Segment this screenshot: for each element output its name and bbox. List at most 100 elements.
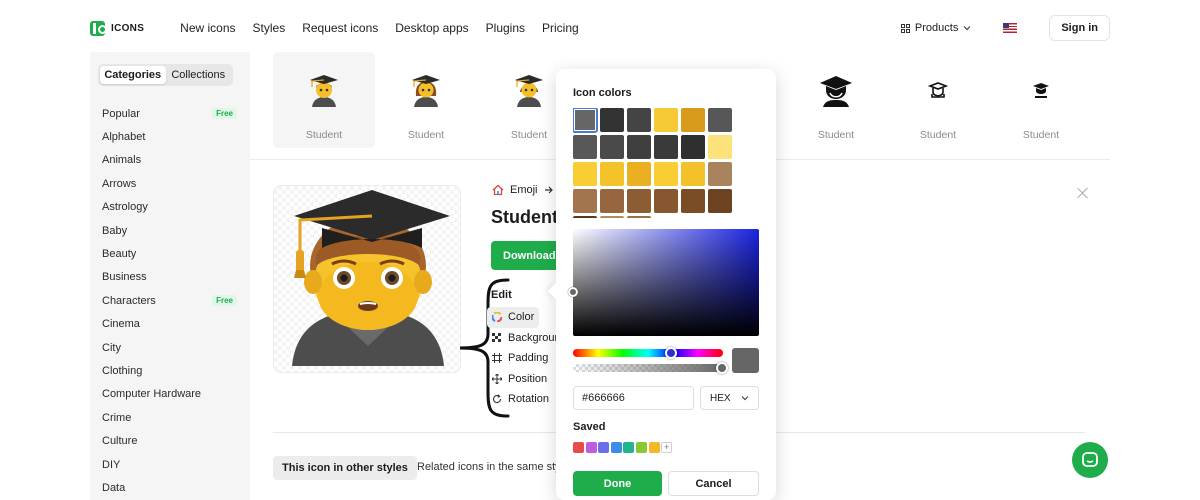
style-option[interactable]: Student bbox=[375, 52, 477, 148]
close-icon[interactable] bbox=[1076, 186, 1090, 200]
nav-link-desktop-apps[interactable]: Desktop apps bbox=[395, 21, 468, 35]
color-swatch[interactable] bbox=[681, 135, 705, 159]
color-swatch[interactable] bbox=[573, 189, 597, 213]
add-color-icon[interactable]: + bbox=[661, 442, 673, 453]
sidebar-item[interactable]: Baby bbox=[102, 219, 237, 242]
color-swatch[interactable] bbox=[573, 135, 597, 159]
tab-categories[interactable]: Categories bbox=[100, 66, 166, 84]
saved-color-swatch[interactable] bbox=[635, 442, 647, 453]
arrow-right-icon bbox=[544, 186, 553, 194]
sign-in-button[interactable]: Sign in bbox=[1049, 15, 1110, 41]
color-swatch[interactable] bbox=[654, 189, 678, 213]
sidebar-item[interactable]: Cinema bbox=[102, 313, 237, 336]
tab-related-icons[interactable]: Related icons in the same style bbox=[417, 461, 557, 473]
nav-link-request-icons[interactable]: Request icons bbox=[302, 21, 378, 35]
color-swatch[interactable] bbox=[627, 135, 651, 159]
edit-position[interactable]: Position bbox=[487, 369, 557, 390]
sidebar-item[interactable]: Computer Hardware bbox=[102, 383, 237, 406]
hue-handle[interactable] bbox=[665, 347, 677, 359]
alpha-slider[interactable] bbox=[573, 362, 728, 374]
saved-color-swatch[interactable] bbox=[648, 442, 660, 453]
style-option[interactable]: Student bbox=[273, 52, 375, 148]
color-swatch[interactable] bbox=[627, 189, 651, 213]
sidebar-item[interactable]: Culture bbox=[102, 429, 237, 452]
format-select[interactable]: HEX bbox=[700, 386, 759, 410]
sidebar-item-label: Business bbox=[102, 271, 147, 284]
color-swatch[interactable] bbox=[654, 216, 678, 218]
chat-button[interactable] bbox=[1072, 442, 1108, 478]
student-icon bbox=[409, 74, 443, 108]
color-swatch[interactable] bbox=[627, 216, 651, 218]
brand-logo[interactable]: ICONS bbox=[90, 20, 144, 36]
sidebar-item[interactable]: Astrology bbox=[102, 196, 237, 219]
sidebar-item[interactable]: Alphabet bbox=[102, 125, 237, 148]
color-swatch[interactable] bbox=[573, 216, 597, 218]
color-swatch[interactable] bbox=[654, 108, 678, 132]
sidebar-item[interactable]: Characters Free bbox=[102, 289, 237, 312]
color-swatch[interactable] bbox=[573, 108, 598, 133]
saved-color-swatch[interactable] bbox=[598, 442, 610, 453]
download-button[interactable]: Download bbox=[491, 241, 561, 270]
sidebar-item[interactable]: City bbox=[102, 336, 237, 359]
color-swatch[interactable] bbox=[708, 108, 732, 132]
sidebar-item[interactable]: Business bbox=[102, 266, 237, 289]
saved-color-swatch[interactable] bbox=[585, 442, 597, 453]
color-swatch[interactable] bbox=[654, 162, 678, 186]
color-swatch[interactable] bbox=[681, 216, 705, 218]
sidebar-item[interactable]: Arrows bbox=[102, 172, 237, 195]
style-option[interactable]: Student bbox=[887, 52, 989, 148]
style-option[interactable]: Student bbox=[785, 52, 887, 148]
sidebar-item[interactable]: Data bbox=[102, 476, 237, 499]
tab-other-styles[interactable]: This icon in other styles bbox=[273, 456, 417, 480]
color-swatch[interactable] bbox=[627, 162, 651, 186]
edit-rotation[interactable]: Rotation bbox=[487, 389, 557, 410]
style-option[interactable]: Student bbox=[990, 52, 1092, 148]
breadcrumb-emoji[interactable]: Emoji bbox=[510, 184, 538, 196]
color-swatch[interactable] bbox=[600, 189, 624, 213]
sidebar-item-label: Baby bbox=[102, 224, 128, 237]
tab-collections[interactable]: Collections bbox=[166, 66, 232, 84]
us-flag-icon[interactable] bbox=[1003, 23, 1018, 33]
color-swatch[interactable] bbox=[681, 108, 705, 132]
nav-link-new-icons[interactable]: New icons bbox=[180, 21, 235, 35]
color-swatch[interactable] bbox=[708, 162, 732, 186]
edit-color[interactable]: Color bbox=[487, 307, 539, 328]
color-swatch[interactable] bbox=[681, 162, 705, 186]
sidebar-item[interactable]: Crime bbox=[102, 406, 237, 429]
color-swatch[interactable] bbox=[654, 135, 678, 159]
nav-link-plugins[interactable]: Plugins bbox=[486, 21, 525, 35]
saturation-value-area[interactable] bbox=[568, 229, 759, 336]
cancel-button[interactable]: Cancel bbox=[668, 471, 759, 496]
sidebar-item[interactable]: Popular Free bbox=[102, 102, 237, 125]
hex-input[interactable] bbox=[573, 386, 694, 410]
edit-padding[interactable]: Padding bbox=[487, 348, 557, 369]
color-swatch[interactable] bbox=[573, 162, 597, 186]
color-swatch[interactable] bbox=[708, 189, 732, 213]
sidebar-item-label: Alphabet bbox=[102, 131, 146, 144]
alpha-handle[interactable] bbox=[716, 362, 728, 374]
sidebar-item[interactable]: Beauty bbox=[102, 242, 237, 265]
color-swatch[interactable] bbox=[600, 216, 624, 218]
sidebar-item[interactable]: Clothing bbox=[102, 359, 237, 382]
color-swatch[interactable] bbox=[600, 108, 624, 132]
nav-link-pricing[interactable]: Pricing bbox=[542, 21, 579, 35]
saturation-handle[interactable] bbox=[568, 287, 578, 297]
hue-slider[interactable] bbox=[573, 347, 723, 359]
edit-background[interactable]: Background bbox=[487, 328, 557, 349]
color-swatch[interactable] bbox=[681, 189, 705, 213]
grid-icon bbox=[900, 23, 910, 33]
color-swatch[interactable] bbox=[600, 135, 624, 159]
home-icon[interactable] bbox=[492, 184, 504, 196]
color-swatch[interactable] bbox=[708, 216, 732, 218]
products-menu[interactable]: Products bbox=[900, 22, 971, 34]
saved-color-swatch[interactable] bbox=[623, 442, 635, 453]
color-swatch[interactable] bbox=[708, 135, 732, 159]
sidebar-item[interactable]: DIY bbox=[102, 453, 237, 476]
done-button[interactable]: Done bbox=[573, 471, 662, 496]
saved-color-swatch[interactable] bbox=[610, 442, 622, 453]
nav-link-styles[interactable]: Styles bbox=[253, 21, 286, 35]
color-swatch[interactable] bbox=[600, 162, 624, 186]
saved-color-swatch[interactable] bbox=[573, 442, 584, 453]
sidebar-item[interactable]: Animals bbox=[102, 149, 237, 172]
color-swatch[interactable] bbox=[627, 108, 651, 132]
